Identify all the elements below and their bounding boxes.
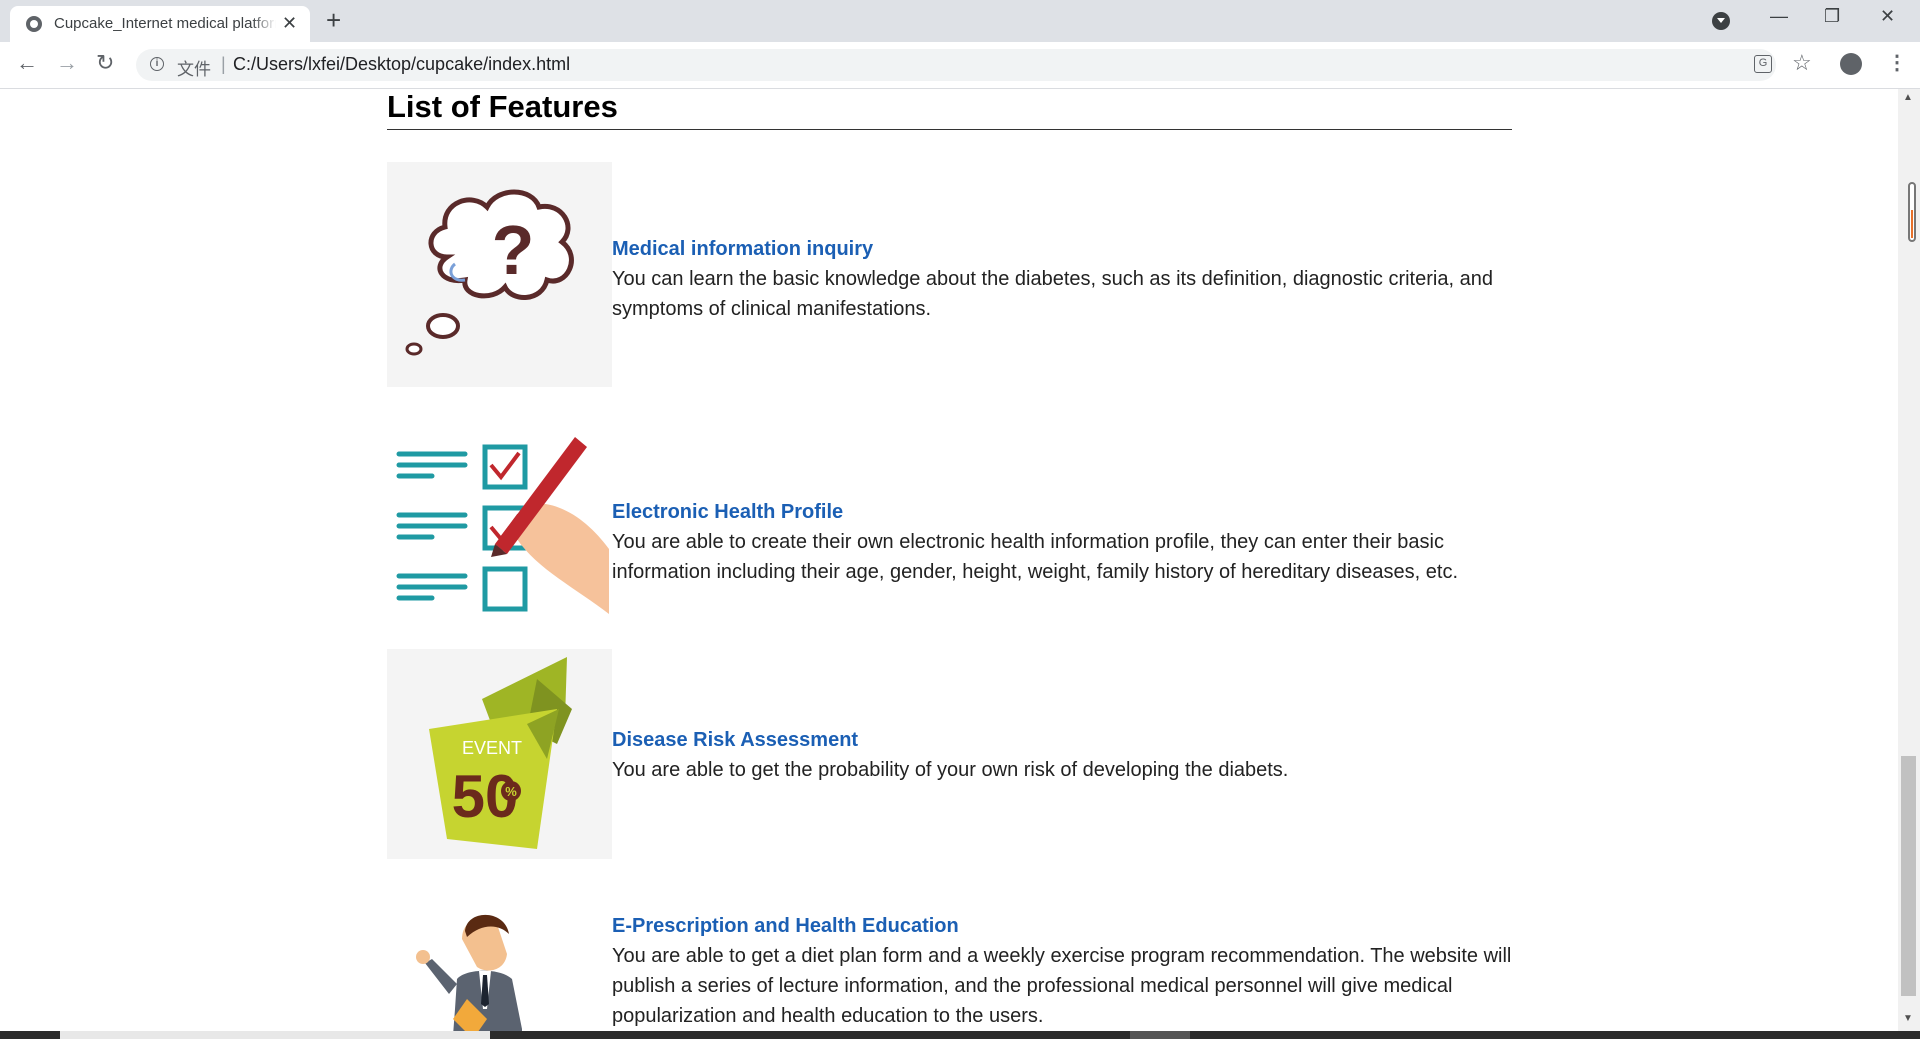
feature-text: E-Prescription and Health Education You … xyxy=(612,911,1517,1031)
address-bar[interactable]: i 文件 | C:/Users/lxfei/Desktop/cupcake/in… xyxy=(136,49,1776,81)
page-viewport: List of Features ? Medical information i… xyxy=(0,89,1898,1031)
tab-strip: Cupcake_Internet medical platform ✕ + — … xyxy=(0,0,1920,42)
scrollbar-thumb[interactable] xyxy=(1901,756,1916,996)
address-scheme-label: 文件 xyxy=(177,60,211,79)
badge-percent: % xyxy=(505,784,517,799)
feature-heading-link[interactable]: Disease Risk Assessment xyxy=(612,725,1517,755)
back-button[interactable]: ← xyxy=(16,50,38,76)
tab-title: Cupcake_Internet medical platform xyxy=(54,15,276,32)
event-50-percent-icon: EVENT 50 % xyxy=(387,649,612,859)
browser-tab[interactable]: Cupcake_Internet medical platform ✕ xyxy=(10,6,310,42)
feature-description: You are able to get the probability of y… xyxy=(612,759,1289,781)
feature-heading-link[interactable]: Electronic Health Profile xyxy=(612,497,1517,527)
profile-avatar[interactable] xyxy=(1840,53,1862,75)
feature-description: You are able to get a diet plan form and… xyxy=(612,945,1512,1027)
feature-description: You can learn the basic knowledge about … xyxy=(612,268,1493,320)
checklist-pen-icon xyxy=(387,429,612,614)
feature-heading-link[interactable]: Medical information inquiry xyxy=(612,234,1517,264)
forward-button[interactable]: → xyxy=(56,50,78,76)
browser-menu-icon[interactable]: ⋮ xyxy=(1887,50,1907,75)
new-tab-button[interactable]: + xyxy=(326,6,341,34)
restore-button[interactable]: ❐ xyxy=(1824,6,1840,27)
feature-text: Medical information inquiry You can lear… xyxy=(612,234,1517,324)
bookmark-star-icon[interactable]: ☆ xyxy=(1792,50,1812,76)
scroll-down-arrow-icon[interactable]: ▼ xyxy=(1903,1013,1913,1024)
section-title: List of Features xyxy=(387,89,618,124)
site-info-icon[interactable]: i xyxy=(150,57,164,71)
address-url[interactable]: C:/Users/lxfei/Desktop/cupcake/index.htm… xyxy=(233,54,570,75)
taskbar-item[interactable] xyxy=(1130,1031,1190,1039)
feature-text: Disease Risk Assessment You are able to … xyxy=(612,725,1517,785)
feature-description: You are able to create their own electro… xyxy=(612,531,1459,583)
taskbar-item[interactable] xyxy=(60,1031,490,1039)
tab-close-button[interactable]: ✕ xyxy=(282,14,297,32)
close-window-button[interactable]: ✕ xyxy=(1880,6,1895,27)
scroll-position-marker xyxy=(1908,182,1916,242)
scroll-up-arrow-icon[interactable]: ▲ xyxy=(1903,92,1913,103)
doctor-presenter-icon xyxy=(387,879,612,1031)
translate-icon[interactable]: G xyxy=(1754,55,1772,73)
svg-text:?: ? xyxy=(492,211,535,289)
reload-button[interactable]: ↻ xyxy=(96,50,114,76)
globe-icon xyxy=(26,16,42,32)
tab-search-icon[interactable] xyxy=(1712,12,1730,30)
address-separator: | xyxy=(221,54,226,74)
title-divider xyxy=(387,129,1512,130)
minimize-button[interactable]: — xyxy=(1770,6,1788,27)
browser-toolbar: ← → ↻ i 文件 | C:/Users/lxfei/Desktop/cupc… xyxy=(0,42,1920,89)
thought-bubble-question-icon: ? xyxy=(387,162,612,387)
badge-event-label: EVENT xyxy=(462,738,522,758)
feature-heading-link[interactable]: E-Prescription and Health Education xyxy=(612,911,1517,941)
feature-text: Electronic Health Profile You are able t… xyxy=(612,497,1517,587)
